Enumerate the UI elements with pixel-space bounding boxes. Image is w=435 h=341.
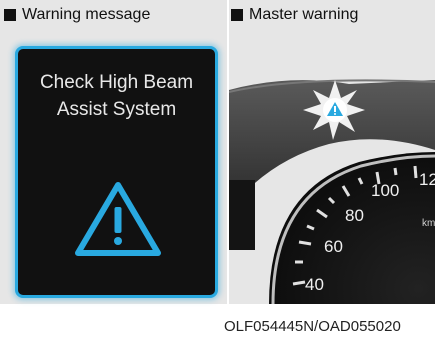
cluster-screen [229,180,255,250]
speed-label-100: 100 [371,181,399,200]
warning-message-caption: Warning message [4,6,150,24]
display-message: Check High Beam Assist System [18,69,215,123]
speedometer-dial [269,152,435,304]
display-message-line1: Check High Beam [39,72,194,93]
speed-label-80: 80 [345,206,364,225]
figure-code: OLF054445N/OAD055020 [224,318,401,335]
cluster-display: Check High Beam Assist System [15,46,218,298]
master-warning-caption-text: Master warning [249,6,359,23]
warning-triangle-icon [75,182,161,256]
instrument-cluster-image: 40 60 80 100 12 km [229,79,435,304]
warning-message-panel: Warning message Check High Beam Assist S… [0,0,227,304]
bullet-square-icon [4,9,16,21]
speed-label-120: 12 [419,170,435,189]
display-message-line2: Assist System [56,99,177,120]
speed-unit-label: km [422,218,435,229]
speed-label-60: 60 [324,237,343,256]
master-warning-panel: Master warning 40 60 80 100 12 km [229,0,435,304]
warning-message-caption-text: Warning message [22,6,151,23]
speed-label-40: 40 [305,275,324,294]
master-warning-caption: Master warning [231,6,358,24]
bullet-square-icon [231,9,243,21]
